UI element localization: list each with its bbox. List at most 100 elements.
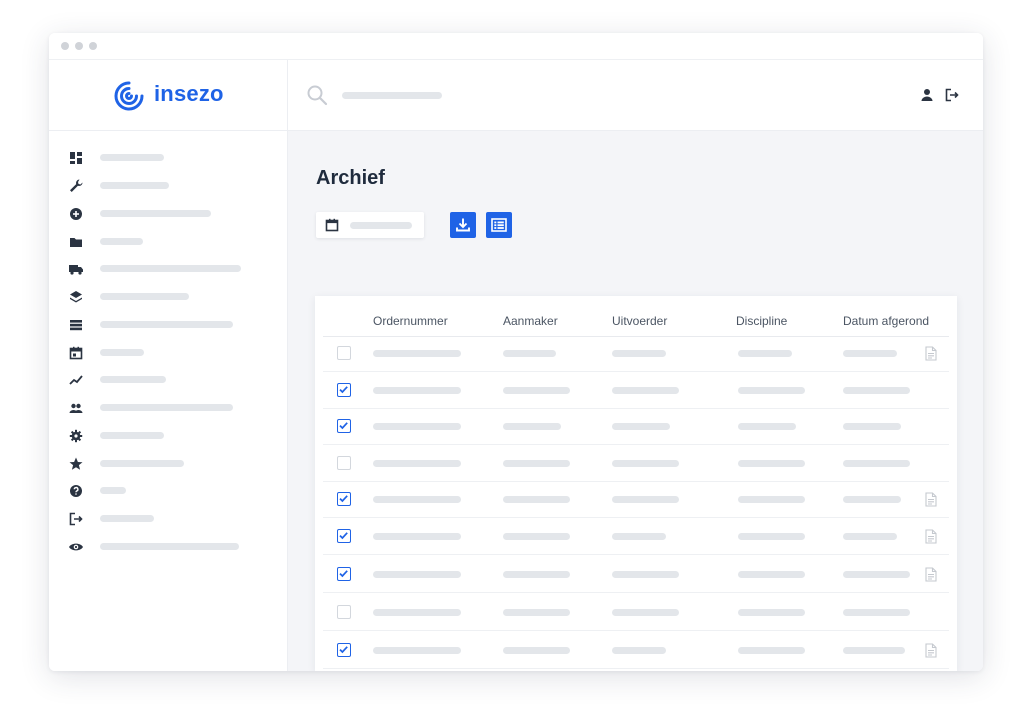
row-checkbox[interactable] — [337, 643, 351, 657]
document-icon[interactable] — [925, 567, 937, 582]
sidebar-item-dashboard[interactable] — [49, 145, 288, 171]
table-row[interactable] — [315, 372, 957, 409]
table-cell — [612, 460, 679, 467]
sidebar-item-label — [100, 432, 164, 439]
table-cell — [738, 609, 805, 616]
table-cell — [373, 647, 461, 654]
sidebar-item-tools[interactable] — [49, 173, 288, 199]
star-icon — [69, 457, 83, 470]
page-title: Archief — [316, 167, 385, 189]
table-cell — [843, 387, 910, 394]
sidebar-item-people[interactable] — [49, 395, 288, 421]
table-row[interactable] — [315, 670, 957, 671]
table-cell — [738, 350, 792, 357]
check-icon — [339, 386, 348, 394]
table-row[interactable] — [315, 481, 957, 518]
add-circle-icon — [70, 208, 82, 220]
table-row[interactable] — [315, 445, 957, 482]
table-cell — [373, 496, 461, 503]
window-titlebar — [49, 33, 983, 60]
row-checkbox[interactable] — [337, 456, 351, 470]
sidebar-item-trends[interactable] — [49, 367, 288, 393]
table-cell — [843, 571, 910, 578]
row-checkbox[interactable] — [337, 529, 351, 543]
sidebar-item-transport[interactable] — [49, 256, 288, 282]
search-icon[interactable] — [306, 84, 328, 106]
eye-icon — [69, 543, 83, 551]
table-cell — [503, 533, 570, 540]
table-cell — [843, 350, 897, 357]
download-icon — [456, 218, 470, 232]
table-cell — [738, 647, 805, 654]
brand[interactable]: insezo — [49, 60, 288, 131]
table-cell — [612, 647, 666, 654]
row-checkbox[interactable] — [337, 383, 351, 397]
table-cell — [738, 533, 805, 540]
table-cell — [503, 423, 561, 430]
list-view-button[interactable] — [486, 212, 512, 238]
column-header-uitvoerder[interactable]: Uitvoerder — [612, 314, 667, 328]
date-filter-value — [350, 222, 412, 229]
table-cell — [373, 350, 461, 357]
check-icon — [339, 495, 348, 503]
sidebar-item-label — [100, 293, 189, 300]
window-dot — [89, 42, 97, 50]
download-button[interactable] — [450, 212, 476, 238]
sidebar-item-help[interactable] — [49, 478, 288, 504]
sidebar-item-list[interactable] — [49, 312, 288, 338]
table-cell — [373, 387, 461, 394]
table-row[interactable] — [315, 335, 957, 372]
sidebar-item-label — [100, 487, 126, 494]
column-header-ordernummer[interactable]: Ordernummer — [373, 314, 448, 328]
table-row[interactable] — [315, 408, 957, 445]
folder-icon — [70, 238, 82, 247]
sidebar-item-layers[interactable] — [49, 284, 288, 310]
check-icon — [339, 646, 348, 654]
sidebar-item-label — [100, 404, 233, 411]
row-checkbox[interactable] — [337, 346, 351, 360]
user-icon[interactable] — [919, 87, 935, 103]
people-icon — [69, 403, 83, 413]
truck-icon — [69, 265, 83, 275]
column-header-aanmaker[interactable]: Aanmaker — [503, 314, 558, 328]
search-input[interactable] — [342, 92, 442, 99]
sidebar-item-label — [100, 460, 184, 467]
sidebar-item-folder[interactable] — [49, 229, 288, 255]
column-header-datum-afgerond[interactable]: Datum afgerond — [843, 314, 929, 328]
table-cell — [373, 571, 461, 578]
sidebar-item-logout[interactable] — [49, 506, 288, 532]
table-cell — [612, 350, 666, 357]
table-row[interactable] — [315, 518, 957, 555]
sidebar-item-calendar[interactable] — [49, 340, 288, 366]
table-cell — [843, 423, 901, 430]
row-checkbox[interactable] — [337, 492, 351, 506]
sidebar-item-label — [100, 182, 169, 189]
column-header-discipline[interactable]: Discipline — [736, 314, 787, 328]
row-divider — [323, 630, 949, 631]
logout-icon[interactable] — [944, 87, 960, 103]
document-icon[interactable] — [925, 643, 937, 658]
row-checkbox[interactable] — [337, 567, 351, 581]
table-cell — [612, 571, 679, 578]
table-cell — [503, 571, 570, 578]
table-cell — [843, 609, 910, 616]
sidebar-item-label — [100, 321, 233, 328]
document-icon[interactable] — [925, 492, 937, 507]
check-icon — [339, 532, 348, 540]
sidebar-item-favorites[interactable] — [49, 451, 288, 477]
table-cell — [843, 460, 910, 467]
browser-window: insezo Archief Ordernummer Aanmaker Uitv… — [49, 33, 983, 671]
table-cell — [503, 387, 570, 394]
table-row[interactable] — [315, 594, 957, 631]
sidebar-item-view[interactable] — [49, 534, 288, 560]
document-icon[interactable] — [925, 529, 937, 544]
row-checkbox[interactable] — [337, 419, 351, 433]
table-row[interactable] — [315, 632, 957, 669]
sidebar-item-add[interactable] — [49, 201, 288, 227]
topbar — [288, 60, 983, 131]
row-checkbox[interactable] — [337, 605, 351, 619]
sidebar-item-settings[interactable] — [49, 423, 288, 449]
document-icon[interactable] — [925, 346, 937, 361]
table-row[interactable] — [315, 556, 957, 593]
date-filter[interactable] — [316, 212, 424, 238]
